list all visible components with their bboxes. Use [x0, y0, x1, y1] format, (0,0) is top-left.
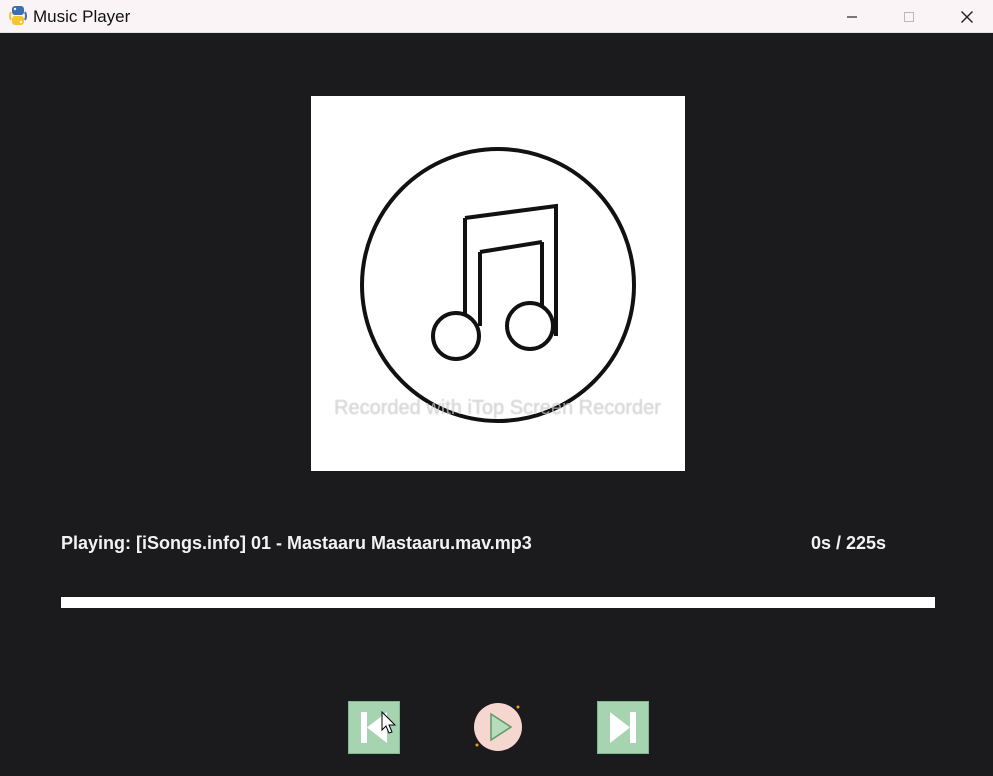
mouse-cursor-icon [381, 711, 397, 734]
play-icon [475, 705, 520, 747]
maximize-icon [904, 11, 914, 22]
window-title: Music Player [33, 7, 131, 26]
watermark: Recorded with iTop Screen Recorder [334, 397, 661, 419]
next-button[interactable] [597, 701, 649, 754]
skip-next-icon [610, 712, 636, 743]
minimize-button[interactable] [829, 0, 875, 33]
python-icon [8, 5, 28, 27]
progress-bar[interactable] [61, 597, 935, 608]
close-icon [961, 10, 973, 23]
title-bar: Music Player [0, 0, 993, 33]
now-playing-label: Playing: [iSongs.info] 01 - Mastaaru Mas… [61, 533, 532, 553]
time-display: 0s / 225s [811, 533, 887, 553]
minimize-icon [847, 15, 857, 18]
maximize-button[interactable] [886, 0, 932, 33]
play-button[interactable] [474, 703, 522, 751]
close-button[interactable] [944, 0, 990, 33]
